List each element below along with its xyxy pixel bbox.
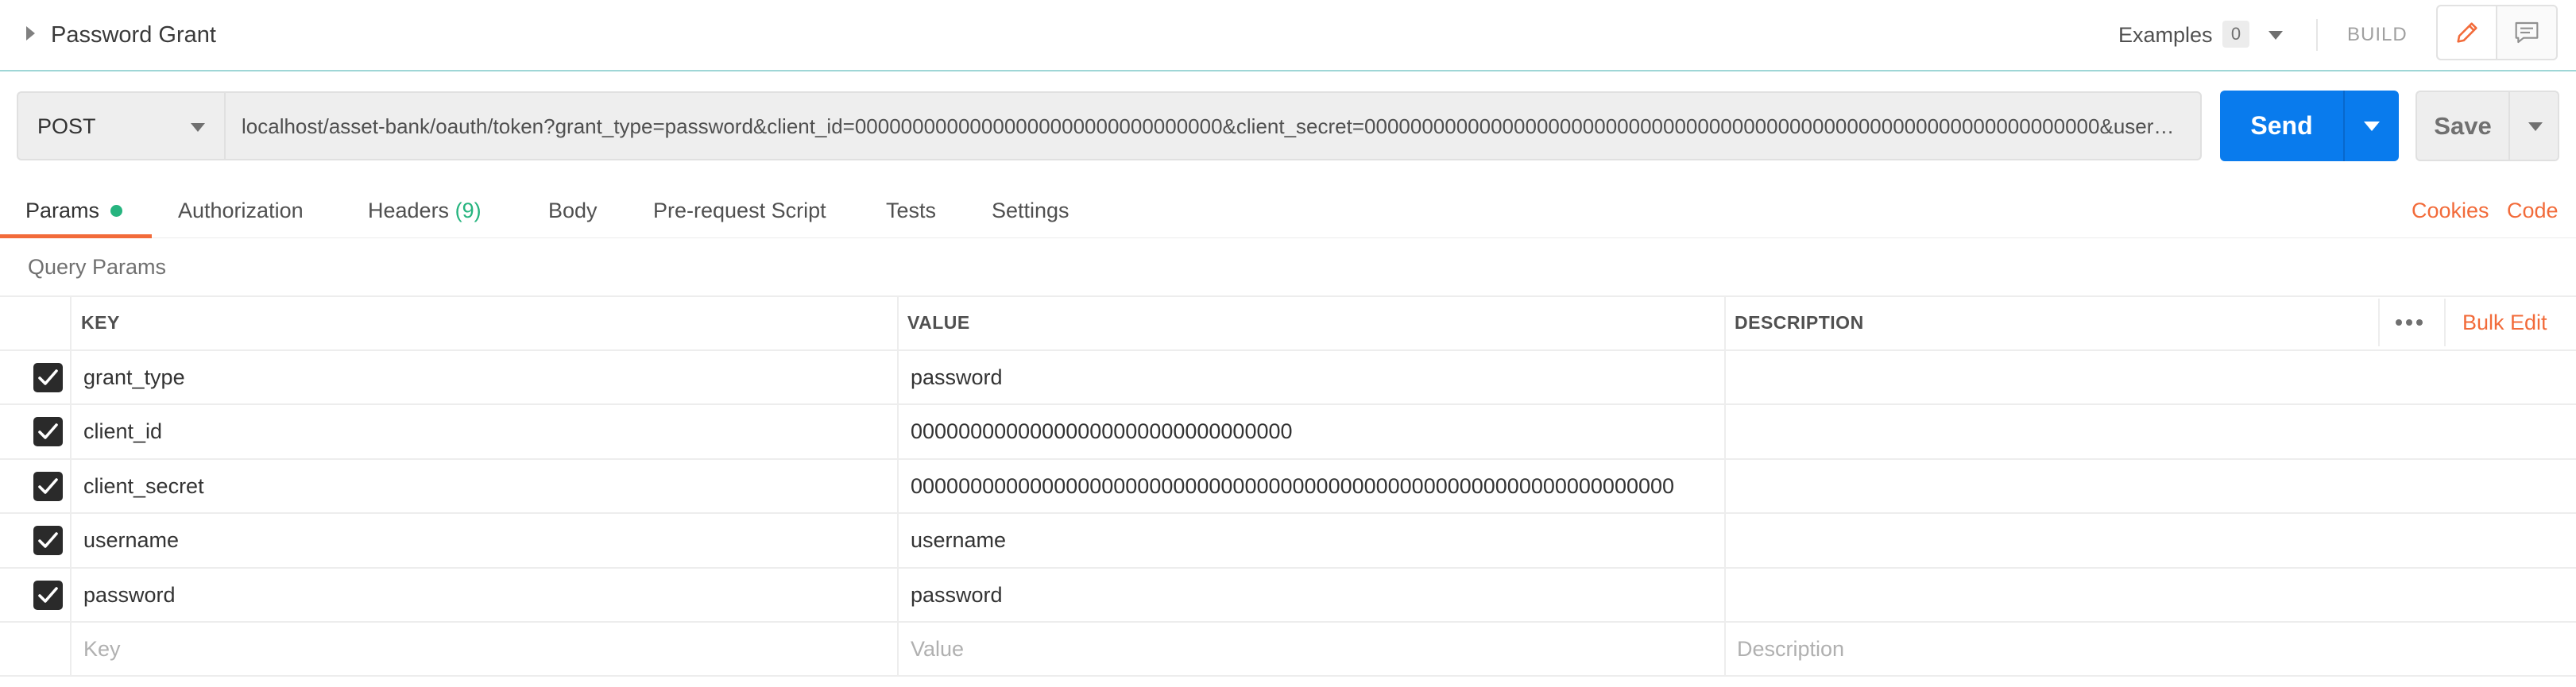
column-header-value: VALUE [907,312,970,333]
column-header-key: KEY [81,312,120,333]
save-button[interactable]: Save [2417,92,2508,160]
cookies-link[interactable]: Cookies [2412,193,2489,228]
param-key-cell[interactable]: grant_type [83,360,185,395]
row-checkbox[interactable] [33,363,63,392]
row-checkbox[interactable] [33,417,63,446]
new-param-row: Key Value Description [0,622,2576,676]
checkmark-icon [38,478,58,494]
send-options-chevron-icon[interactable] [2364,122,2380,131]
query-params-title: Query Params [28,255,167,279]
pencil-icon [2457,22,2477,43]
param-value-cell[interactable]: password [911,577,1003,612]
tab-headers[interactable]: Headers (9) [368,193,482,228]
tab-tests[interactable]: Tests [886,193,936,228]
divider [2378,299,2380,346]
param-key-cell[interactable]: client_id [83,414,162,449]
divider [2444,299,2446,346]
comment-icon [2515,21,2539,44]
tab-headers-count: (9) [454,199,482,222]
method-value: POST [37,114,96,138]
edit-mode-button[interactable] [2438,6,2497,59]
code-link[interactable]: Code [2507,193,2559,228]
request-header-bar: Password Grant Examples 0 BUILD [0,0,2576,71]
column-header-description: DESCRIPTION [1735,312,1864,333]
tabs-divider [0,237,2576,238]
checkmark-icon [38,532,58,548]
new-key-input[interactable]: Key [83,631,121,666]
param-value-cell[interactable]: 00000000000000000000000000000000 [911,414,1293,449]
checkmark-icon [38,369,58,385]
more-options-icon[interactable] [2395,318,2423,326]
row-checkbox[interactable] [33,526,63,555]
row-checkbox[interactable] [33,472,63,501]
mode-toggle-group [2436,5,2558,60]
bulk-edit-link[interactable]: Bulk Edit [2462,305,2547,340]
tab-settings[interactable]: Settings [992,193,1069,228]
url-value: localhost/asset-bank/oauth/token?grant_t… [242,114,2180,138]
save-options-chevron-icon[interactable] [2528,122,2543,131]
param-value-cell[interactable]: password [911,360,1003,395]
params-active-indicator [110,205,122,217]
tab-pre-request-script[interactable]: Pre-request Script [653,193,826,228]
tab-headers-label: Headers [368,199,450,222]
divider [2343,91,2345,161]
param-value-cell[interactable]: 0000000000000000000000000000000000000000… [911,469,1674,504]
active-tab-underline [0,234,152,238]
table-rule [0,295,2576,297]
new-description-input[interactable]: Description [1737,631,1844,666]
table-row: grant_type password [0,350,2576,404]
build-mode-label[interactable]: BUILD [2347,17,2408,52]
examples-count-badge: 0 [2222,21,2249,48]
url-input[interactable]: localhost/asset-bank/oauth/token?grant_t… [224,91,2202,160]
save-button-group: Save [2415,91,2559,161]
param-key-cell[interactable]: username [83,523,179,558]
send-button[interactable]: Send [2220,91,2343,161]
divider [2316,19,2318,51]
chevron-down-icon[interactable] [2269,31,2283,40]
examples-button[interactable]: Examples [2118,17,2213,52]
chevron-down-icon [191,123,205,132]
tab-authorization[interactable]: Authorization [178,193,304,228]
table-row: password password [0,568,2576,622]
table-row: username username [0,513,2576,567]
request-title[interactable]: Password Grant [51,17,216,52]
param-value-cell[interactable]: username [911,523,1006,558]
send-button-group: Send [2220,91,2399,161]
new-value-input[interactable]: Value [911,631,964,666]
param-key-cell[interactable]: client_secret [83,469,204,504]
table-row: client_id 000000000000000000000000000000… [0,404,2576,458]
param-key-cell[interactable]: password [83,577,176,612]
tab-params[interactable]: Params [25,193,99,228]
caret-right-icon[interactable] [26,26,35,41]
tab-body[interactable]: Body [548,193,598,228]
method-select[interactable]: POST [17,91,224,160]
row-checkbox[interactable] [33,581,63,610]
table-row: client_secret 00000000000000000000000000… [0,459,2576,513]
divider [2508,92,2510,160]
checkmark-icon [38,423,58,439]
checkmark-icon [38,587,58,603]
